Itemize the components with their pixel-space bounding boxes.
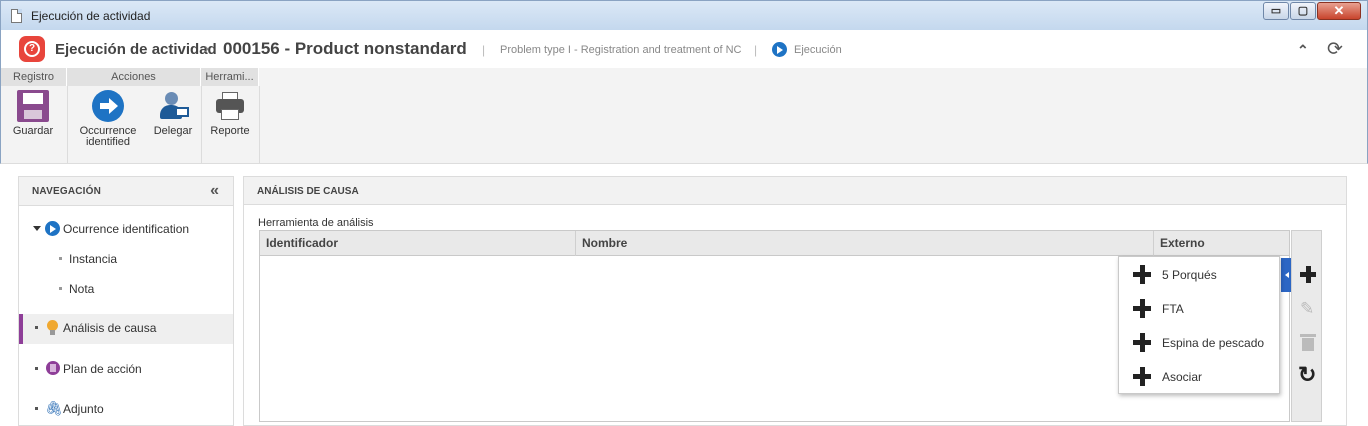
nav-item-label: Ocurrence identification [63, 222, 190, 236]
save-button[interactable]: Guardar [11, 90, 55, 137]
plus-icon [1139, 265, 1145, 284]
nav-item-nota[interactable]: Nota [19, 275, 233, 303]
plus-icon [1139, 299, 1145, 318]
panel-header: ANÁLISIS DE CAUSA [244, 177, 1346, 205]
navigation-panel: NAVEGACIÓN « Ocurrence identification In… [18, 176, 234, 426]
ribbon-separator [67, 86, 68, 163]
save-label: Guardar [12, 125, 54, 137]
breadcrumb-activity: Ejecución de actividad [55, 41, 217, 58]
refresh-button[interactable]: ↻ [1292, 361, 1323, 391]
occurrence-identified-button[interactable]: Occurrence identified [75, 90, 141, 148]
edit-button[interactable]: ✎ [1292, 293, 1323, 323]
ribbon-group-herramientas: Herrami... [201, 68, 259, 86]
nav-item-instancia[interactable]: Instancia [19, 245, 233, 273]
maximize-button[interactable]: ▢ [1290, 2, 1316, 20]
menu-item-label: Asociar [1162, 370, 1203, 384]
grid-header: Identificador Nombre Externo [260, 231, 1289, 256]
nav-item-label: Análisis de causa [63, 321, 157, 335]
plus-icon [1139, 333, 1145, 352]
menu-item-5-porques[interactable]: 5 Porqués [1119, 257, 1279, 291]
close-icon: ✕ [1333, 3, 1345, 18]
status-text: Ejecución [794, 44, 842, 56]
plus-icon [1139, 367, 1145, 386]
nav-item-label: Instancia [69, 252, 118, 266]
bullet-icon [59, 287, 62, 290]
ribbon-separator [259, 86, 260, 163]
window-controls: ▭ ▢ ✕ [1262, 2, 1361, 20]
report-label: Reporte [210, 125, 250, 137]
nav-item-label: Nota [69, 282, 95, 296]
column-header-externo[interactable]: Externo [1154, 231, 1289, 256]
nav-item-plan-de-accion[interactable]: Plan de acción [19, 355, 233, 383]
question-icon: ? [24, 41, 40, 57]
pencil-icon: ✎ [1300, 299, 1315, 318]
play-icon [45, 221, 60, 236]
bullet-icon [35, 367, 38, 370]
bullet-icon [35, 407, 38, 410]
menu-item-label: Espina de pescado [1162, 336, 1265, 350]
nav-item-adjunto[interactable]: 🖇 Adjunto [19, 395, 233, 423]
trash-icon [1300, 334, 1316, 337]
collapse-up-icon[interactable]: ⌃ [1297, 42, 1309, 59]
menu-item-espina-de-pescado[interactable]: Espina de pescado [1119, 325, 1279, 359]
bullet-icon [59, 257, 62, 260]
lightbulb-icon [47, 320, 58, 335]
arrow-right-icon [92, 90, 124, 122]
delete-button[interactable] [1292, 327, 1323, 357]
document-icon [11, 9, 22, 23]
grid-toolbar: ✎ ↻ [1291, 230, 1322, 422]
nav-item-label: Plan de acción [63, 362, 142, 376]
ribbon-separator [201, 86, 202, 163]
bullet-icon [35, 326, 38, 329]
refresh-icon[interactable]: ⟳ [1327, 38, 1343, 61]
minimize-button[interactable]: ▭ [1263, 2, 1289, 20]
navigation-title: NAVEGACIÓN [32, 186, 102, 197]
delegate-user-icon [157, 90, 189, 122]
action-plan-icon [46, 361, 60, 375]
menu-item-label: FTA [1162, 302, 1184, 316]
column-header-nombre[interactable]: Nombre [576, 231, 1154, 256]
app-logo: ? [19, 36, 45, 62]
analysis-tool-label: Herramienta de análisis [258, 217, 374, 229]
trash-icon [1302, 338, 1314, 351]
window-titlebar: Ejecución de actividad ▭ ▢ ✕ [0, 0, 1368, 30]
page-title: 000156 - Product nonstandard [223, 39, 467, 58]
plus-icon [1305, 266, 1311, 283]
column-header-identificador[interactable]: Identificador [260, 231, 576, 256]
panel-title: ANÁLISIS DE CAUSA [257, 186, 359, 197]
menu-item-label: 5 Porqués [1162, 268, 1217, 282]
printer-icon [214, 90, 246, 122]
report-button[interactable]: Reporte [207, 90, 253, 137]
navigation-header: NAVEGACIÓN « [19, 177, 233, 206]
chevron-right-icon: › [204, 40, 209, 57]
add-button[interactable] [1292, 259, 1323, 289]
collapse-left-icon[interactable]: « [210, 182, 219, 200]
header-divider: | [754, 43, 758, 57]
menu-item-asociar[interactable]: Asociar [1119, 359, 1279, 393]
save-icon [17, 90, 49, 122]
delegate-button[interactable]: Delegar [149, 90, 197, 137]
ribbon-group-registro: Registro [1, 68, 67, 86]
close-button[interactable]: ✕ [1317, 2, 1361, 20]
maximize-icon: ▢ [1297, 5, 1309, 17]
nav-item-label: Adjunto [63, 402, 104, 416]
nav-item-ocurrence-identification[interactable]: Ocurrence identification [19, 215, 233, 243]
add-tool-menu: 5 Porqués FTA Espina de pescado Asociar [1118, 256, 1280, 394]
play-icon [772, 42, 787, 57]
delegate-label: Delegar [153, 125, 193, 137]
nav-item-analisis-de-causa[interactable]: Análisis de causa [19, 314, 233, 344]
occurrence-label-line2: identified [85, 136, 131, 148]
page-header: ? Ejecución de actividad › 000156 - Prod… [0, 30, 1368, 68]
minimize-icon: ▭ [1270, 5, 1282, 17]
expand-triangle-icon[interactable] [33, 226, 41, 231]
window-title: Ejecución de actividad [31, 9, 151, 23]
ribbon-toolbar: Registro Acciones Herrami... Guardar Occ… [0, 68, 1368, 164]
ribbon-group-acciones: Acciones [67, 68, 201, 86]
process-name: Problem type I - Registration and treatm… [500, 44, 742, 56]
paperclip-icon: 🖇 [45, 400, 63, 416]
menu-item-fta[interactable]: FTA [1119, 291, 1279, 325]
header-divider: | [482, 43, 486, 57]
refresh-icon: ↻ [1298, 362, 1317, 387]
